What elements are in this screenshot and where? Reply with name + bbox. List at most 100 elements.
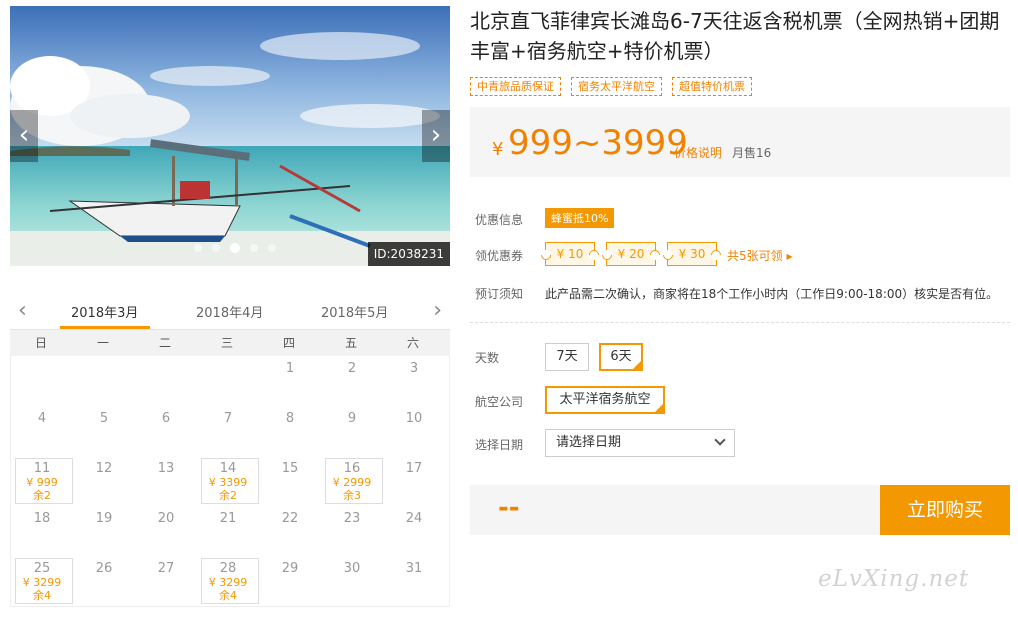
purchase-bar: -- 立即购买 [470, 485, 1010, 535]
calendar-day-available[interactable]: 25 ¥ 3299 余4 [11, 556, 73, 606]
weekday-label: 二 [158, 336, 171, 350]
departure-calendar: ‹ 2018年3月 2018年4月 2018年5月 › 日 一 二 三 四 五 … [10, 292, 450, 607]
hero-pagination [194, 243, 276, 253]
calendar-day: 1 [259, 356, 321, 406]
calendar-day: 6 [135, 406, 197, 456]
day-number: 10 [405, 411, 423, 426]
date-select-placeholder: 请选择日期 [556, 435, 622, 450]
weekday-label: 一 [96, 336, 109, 350]
day-price: ¥ 3299 [208, 576, 248, 589]
product-hero-image[interactable]: ‹ › ID:2038231 [10, 6, 450, 266]
days-option-7[interactable]: 7天 [545, 343, 589, 371]
day-number: 24 [405, 511, 423, 526]
honey-discount-badge: 蜂蜜抵10% [545, 208, 615, 228]
seats-remaining: 余2 [219, 489, 237, 502]
coupon-20[interactable]: ¥ 20 [606, 242, 656, 266]
more-coupons-link[interactable]: 共5张可领 ▸ [727, 247, 792, 264]
day-number: 19 [95, 511, 113, 526]
calendar-prev-arrow[interactable]: ‹ [18, 298, 27, 323]
coupon-30[interactable]: ¥ 30 [667, 242, 717, 266]
seats-remaining: 余2 [33, 489, 51, 502]
booking-notice-label: 预订须知 [475, 287, 524, 301]
price-range: 999~3999 [508, 123, 688, 163]
calendar-day: 27 [135, 556, 197, 606]
tab-month-april[interactable]: 2018年4月 [196, 302, 263, 321]
buy-now-button[interactable]: 立即购买 [880, 485, 1010, 535]
weekday-label: 四 [282, 336, 295, 350]
calendar-day [11, 356, 73, 406]
calendar-day: 5 [73, 406, 135, 456]
day-number: 21 [219, 511, 237, 526]
section-divider [470, 322, 1010, 323]
day-number: 2 [347, 361, 357, 376]
calendar-day [73, 356, 135, 406]
calendar-day: 2 [321, 356, 383, 406]
day-number: 23 [343, 511, 361, 526]
calendar-day: 7 [197, 406, 259, 456]
day-number: 22 [281, 511, 299, 526]
tab-month-may[interactable]: 2018年5月 [321, 302, 388, 321]
calendar-day: 9 [321, 406, 383, 456]
calendar-day-available[interactable]: 28 ¥ 3299 余4 [197, 556, 259, 606]
day-number: 6 [161, 411, 171, 426]
calendar-day [197, 356, 259, 406]
image-id-label: ID:2038231 [367, 242, 450, 266]
day-number: 26 [95, 561, 113, 576]
coupon-10[interactable]: ¥ 10 [545, 242, 595, 266]
hero-dot[interactable] [212, 244, 220, 252]
calendar-day-available[interactable]: 11 ¥ 999 余2 [11, 456, 73, 506]
day-number: 16 [343, 461, 361, 476]
calendar-day: 13 [135, 456, 197, 506]
day-number: 15 [281, 461, 299, 476]
tab-month-march[interactable]: 2018年3月 [71, 302, 138, 321]
calendar-day-available[interactable]: 14 ¥ 3399 余2 [197, 456, 259, 506]
date-select[interactable]: 请选择日期 [545, 429, 735, 457]
day-price: ¥ 3399 [208, 476, 248, 489]
day-number: 13 [157, 461, 175, 476]
day-number: 30 [343, 561, 361, 576]
chevron-down-icon [714, 434, 726, 446]
calendar-day: 26 [73, 556, 135, 606]
calendar-next-arrow[interactable]: › [433, 298, 442, 323]
weekday-label: 五 [344, 336, 357, 350]
calendar-day-available[interactable]: 16 ¥ 2999 余3 [321, 456, 383, 506]
day-number: 7 [223, 411, 233, 426]
airline-option-selected[interactable]: 太平洋宿务航空 [545, 386, 665, 414]
date-label: 选择日期 [475, 438, 524, 452]
day-number: 14 [219, 461, 237, 476]
day-number: 29 [281, 561, 299, 576]
calendar-day-grid: 1 2 3 4 5 6 7 8 9 10 11 ¥ 999 余2 12 13 14 ¥ 3399 余2 15 16 ¥ … [10, 356, 450, 607]
day-price: ¥ 2999 [332, 476, 372, 489]
day-price: ¥ 3299 [22, 576, 62, 589]
seats-remaining: 余4 [33, 589, 51, 602]
calendar-day: 24 [383, 506, 445, 556]
hero-dot[interactable] [194, 244, 202, 252]
calendar-month-tabs: ‹ 2018年3月 2018年4月 2018年5月 › [10, 292, 450, 330]
calendar-day: 29 [259, 556, 321, 606]
hero-dot-active[interactable] [230, 243, 240, 253]
hero-dot[interactable] [268, 244, 276, 252]
day-number: 8 [285, 411, 295, 426]
price-explanation-link[interactable]: 价格说明 [674, 144, 722, 161]
promo-label: 优惠信息 [475, 213, 524, 227]
weekday-label: 日 [34, 336, 47, 350]
calendar-day: 22 [259, 506, 321, 556]
day-number: 5 [99, 411, 109, 426]
coupon-label: 领优惠券 [475, 249, 524, 263]
airline-tag: 宿务太平洋航空 [571, 77, 662, 96]
total-price: -- [498, 493, 520, 523]
calendar-day: 31 [383, 556, 445, 606]
calendar-day [135, 356, 197, 406]
booking-notice-text: 此产品需二次确认，商家将在18个工作小时内（工作日9:00-18:00）核实是否… [545, 287, 999, 301]
beach-photo [10, 6, 450, 266]
hero-next-arrow[interactable]: › [422, 110, 450, 162]
hero-dot[interactable] [250, 244, 258, 252]
days-option-6-selected[interactable]: 6天 [599, 343, 643, 371]
day-number: 1 [285, 361, 295, 376]
hero-prev-arrow[interactable]: ‹ [10, 110, 38, 162]
day-number: 3 [409, 361, 419, 376]
seats-remaining: 余3 [343, 489, 361, 502]
calendar-day: 10 [383, 406, 445, 456]
day-number: 18 [33, 511, 51, 526]
calendar-day: 18 [11, 506, 73, 556]
